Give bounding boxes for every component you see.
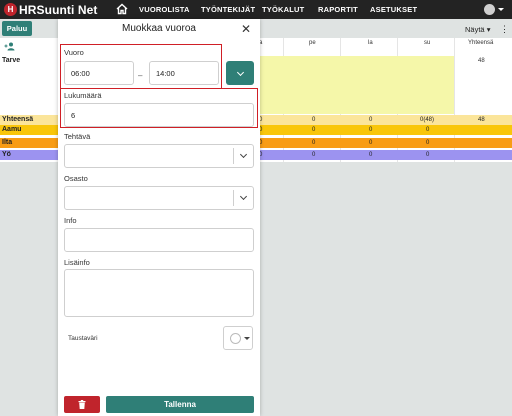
select-divider — [233, 190, 234, 206]
select-divider — [233, 148, 234, 164]
row-label-yo: Yö — [2, 151, 11, 158]
row-label-tarve: Tarve — [2, 57, 21, 64]
top-navbar: H HRSuunti Net VUOROLISTA TYÖNTEKIJÄT TY… — [0, 0, 512, 19]
dialog-title: Muokkaa vuoroa — [122, 23, 196, 34]
extra-info-textarea[interactable] — [64, 269, 254, 317]
nav-tyontekijat[interactable]: TYÖNTEKIJÄT — [201, 5, 255, 14]
trash-icon — [78, 400, 86, 409]
app-name: HRSuunti Net — [19, 2, 98, 17]
start-time-input[interactable]: 06:00 — [64, 61, 134, 85]
delete-button[interactable] — [64, 396, 100, 413]
cell-value: 48 — [478, 117, 485, 123]
task-label: Tehtävä — [64, 132, 91, 141]
save-button[interactable]: Tallenna — [106, 396, 254, 413]
task-select[interactable] — [64, 144, 254, 168]
row-label-aamu: Aamu — [2, 126, 22, 133]
home-icon[interactable] — [115, 2, 129, 16]
column-header-pe: pe — [309, 40, 316, 46]
cell-value: 0 — [312, 127, 316, 133]
cell-value: 0 — [369, 127, 373, 133]
color-swatch-icon — [230, 333, 241, 344]
show-label: Näytä — [465, 25, 485, 34]
shift-label: Vuoro — [64, 48, 84, 57]
nav-asetukset[interactable]: ASETUKSET — [370, 5, 417, 14]
nav-tyokalut[interactable]: TYÖKALUT — [262, 5, 304, 14]
close-icon[interactable]: ✕ — [241, 22, 251, 36]
column-header-su: su — [424, 40, 431, 46]
time-separator: – — [138, 71, 143, 80]
tarve-total: 48 — [478, 58, 485, 64]
info-input[interactable] — [64, 228, 254, 252]
show-caret-icon: ▾ — [486, 25, 491, 34]
cell-value: 0 — [312, 117, 316, 123]
count-input[interactable]: 6 — [64, 103, 254, 127]
logo-icon: H — [4, 3, 17, 16]
cell-value: 0(48) — [420, 117, 435, 123]
background-color-label: Taustaväri — [68, 335, 98, 342]
cell-value: 0 — [426, 127, 430, 133]
count-label: Lukumäärä — [64, 91, 102, 100]
cell-value: 0 — [426, 140, 430, 146]
more-menu-icon[interactable]: ⋮ — [500, 24, 509, 35]
department-select[interactable] — [64, 186, 254, 210]
row-label-ilta: Ilta — [2, 139, 13, 146]
column-header-total: Yhteensä — [468, 40, 494, 46]
cell-value: 0 — [369, 152, 373, 158]
extra-info-label: Lisäinfo — [64, 258, 90, 267]
cell-value: 0 — [369, 117, 373, 123]
cell-value: 0 — [426, 152, 430, 158]
shift-preset-button[interactable] — [226, 61, 254, 85]
caret-down-icon — [244, 337, 250, 340]
nav-vuorolista[interactable]: VUOROLISTA — [139, 5, 190, 14]
cell-value: 0 — [312, 152, 316, 158]
end-time-input[interactable]: 14:00 — [149, 61, 219, 85]
show-dropdown[interactable]: Näytä ▾ — [465, 25, 490, 34]
person-add-icon[interactable] — [4, 42, 16, 51]
back-button[interactable]: Paluu — [2, 21, 32, 36]
row-label-yhteensa: Yhteensä — [2, 116, 34, 123]
cell-value: 0 — [312, 140, 316, 146]
chevron-down-icon — [236, 68, 244, 76]
column-header-la: la — [368, 40, 373, 46]
nav-raportit[interactable]: RAPORTIT — [318, 5, 358, 14]
user-menu-caret-icon[interactable] — [498, 8, 504, 11]
cell-value: 0 — [369, 140, 373, 146]
edit-shift-dialog: Muokkaa vuoroa ✕ Vuoro 06:00 – 14:00 Luk… — [58, 19, 260, 416]
user-avatar[interactable] — [484, 4, 495, 15]
color-picker[interactable] — [223, 326, 253, 350]
demand-area[interactable] — [260, 56, 454, 114]
info-label: Info — [64, 216, 77, 225]
department-label: Osasto — [64, 174, 88, 183]
app-logo[interactable]: H HRSuunti Net — [4, 3, 98, 17]
